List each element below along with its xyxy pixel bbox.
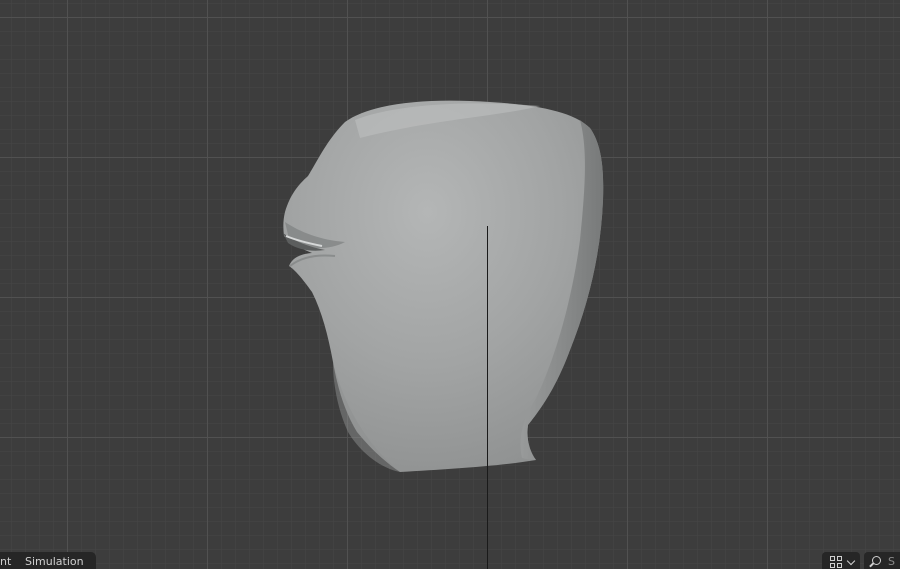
grid-icon	[830, 556, 844, 569]
search-input[interactable]: S	[864, 552, 900, 569]
search-icon	[872, 556, 881, 565]
head-mesh-object[interactable]	[0, 0, 900, 569]
z-axis-line	[487, 226, 488, 569]
search-placeholder: S	[888, 555, 895, 568]
tab-simulation[interactable]: Simulation	[25, 552, 84, 569]
tab-partial[interactable]: nt	[0, 552, 11, 569]
3d-viewport[interactable]: nt Simulation S	[0, 0, 900, 569]
editor-type-button[interactable]	[822, 552, 860, 569]
chevron-down-icon	[846, 556, 856, 566]
workspace-tabs-bar: nt Simulation	[0, 552, 96, 569]
